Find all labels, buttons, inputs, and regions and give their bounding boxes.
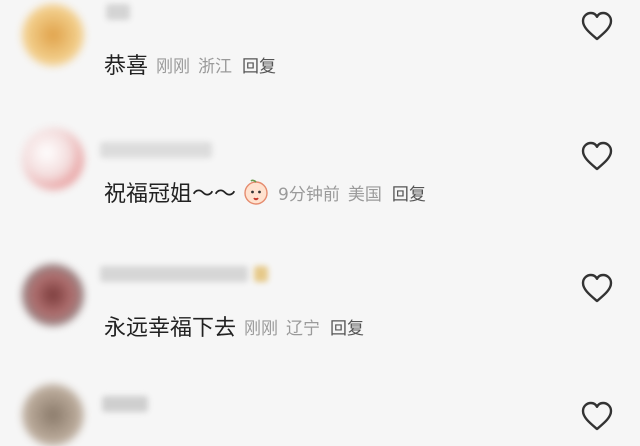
reply-button[interactable]: 回复: [392, 185, 426, 205]
reply-button[interactable]: 回复: [330, 319, 364, 339]
comment-location: 浙江: [198, 56, 233, 77]
avatar[interactable]: [22, 128, 84, 190]
username-blurred: [100, 142, 212, 158]
heart-outline-icon[interactable]: [580, 10, 614, 42]
reply-button[interactable]: 回复: [242, 57, 276, 77]
avatar[interactable]: [22, 264, 84, 326]
heart-outline-icon[interactable]: [580, 400, 614, 432]
username-blurred: [100, 266, 248, 282]
comment-time: 刚刚: [244, 318, 279, 339]
username-blurred: [102, 396, 148, 412]
comment-time: 9分钟前: [278, 184, 340, 205]
badge-blurred: [254, 266, 268, 282]
comment-location: 美国: [347, 184, 382, 205]
peach-emoji: [244, 179, 268, 205]
comment-location: 辽宁: [286, 318, 321, 339]
comment-time: 刚刚: [156, 56, 191, 77]
heart-outline-icon[interactable]: [580, 272, 614, 304]
comment-text: 祝福冠姐～～: [104, 182, 237, 207]
comment-text: 永远幸福下去: [104, 316, 237, 341]
username-blurred: [106, 4, 130, 20]
heart-outline-icon[interactable]: [580, 140, 614, 172]
comment-text: 恭喜: [104, 54, 149, 79]
avatar[interactable]: [22, 4, 84, 66]
avatar[interactable]: [22, 384, 84, 446]
